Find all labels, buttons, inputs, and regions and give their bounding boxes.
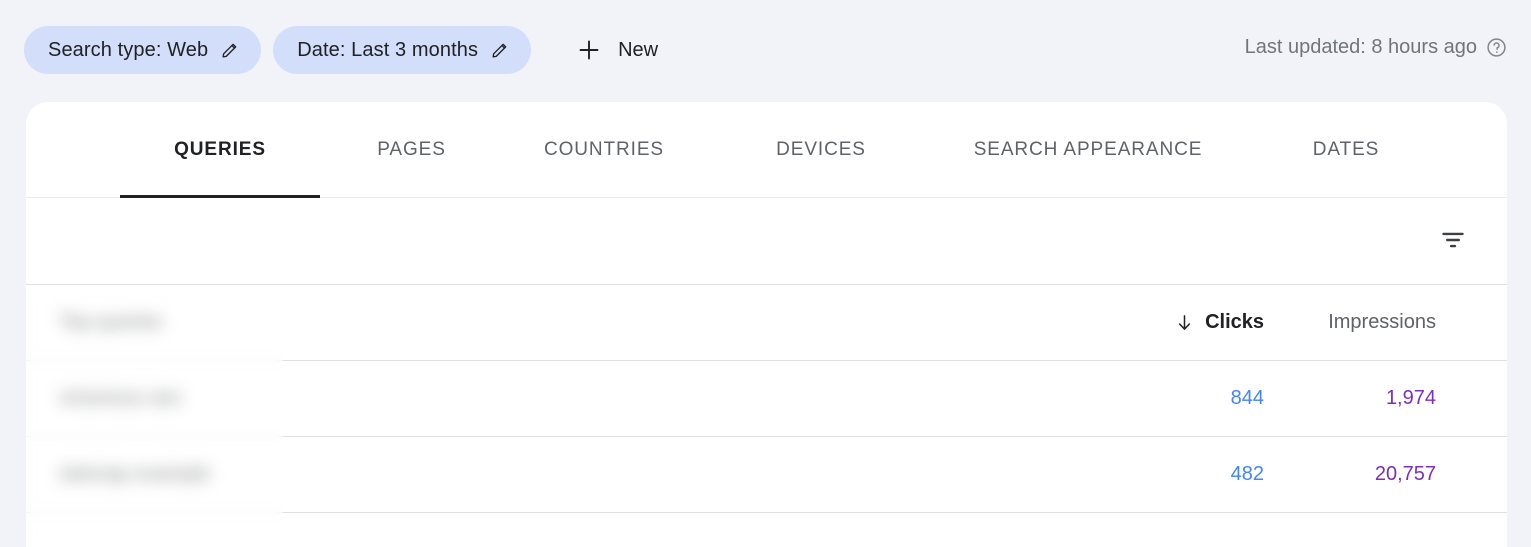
cell-clicks: 844 <box>1230 387 1264 409</box>
tab-queries-label: QUERIES <box>174 139 266 160</box>
filter-bar: Search type: Web Date: Last 3 months New… <box>0 0 1531 100</box>
cell-query: victorious seo <box>59 387 182 409</box>
pencil-icon[interactable] <box>220 41 239 60</box>
filter-chip-group: Search type: Web Date: Last 3 months New <box>24 26 672 74</box>
cell-clicks: 482 <box>1230 463 1264 485</box>
tab-devices-label: DEVICES <box>776 139 866 160</box>
cell-query: sitemap example <box>59 463 211 485</box>
tab-pages-label: PAGES <box>377 139 446 160</box>
new-filter-button-label: New <box>618 38 659 61</box>
help-circle-icon[interactable] <box>1486 37 1507 58</box>
tab-search-appearance[interactable]: SEARCH APPEARANCE <box>938 102 1238 198</box>
filter-chip-search-type[interactable]: Search type: Web <box>24 26 262 74</box>
pencil-icon[interactable] <box>490 41 509 60</box>
new-filter-button[interactable]: New <box>563 26 672 74</box>
cell-impressions: 20,757 <box>1374 463 1436 485</box>
tab-devices[interactable]: DEVICES <box>736 102 906 198</box>
column-header-clicks-label: Clicks <box>1205 311 1264 333</box>
tab-queries[interactable]: QUERIES <box>120 102 320 198</box>
performance-table: Top queries Clicks Impressions victoriou… <box>26 285 1507 513</box>
table-toolbar <box>26 198 1507 285</box>
report-card: QUERIES PAGES COUNTRIES DEVICES SEARCH A… <box>26 102 1507 547</box>
table-row[interactable]: victorious seo 844 1,974 <box>26 361 1507 437</box>
tab-countries-label: COUNTRIES <box>544 139 664 160</box>
filter-chip-date-label: Date: Last 3 months <box>297 39 479 61</box>
filter-chip-search-type-label: Search type: Web <box>48 39 209 61</box>
filter-chip-date[interactable]: Date: Last 3 months <box>273 26 532 74</box>
plus-icon <box>579 40 599 60</box>
table-filter-button[interactable] <box>1429 216 1477 264</box>
cell-impressions: 1,974 <box>1385 387 1436 409</box>
tab-dates[interactable]: DATES <box>1271 102 1421 198</box>
last-updated: Last updated: 8 hours ago <box>1245 36 1507 59</box>
table-header-row: Top queries Clicks Impressions <box>26 285 1507 361</box>
column-header-impressions[interactable]: Impressions <box>1292 311 1507 334</box>
table-row[interactable]: sitemap example 482 20,757 <box>26 437 1507 513</box>
filter-funnel-icon <box>1442 232 1464 248</box>
tab-dates-label: DATES <box>1312 139 1380 160</box>
arrow-down-icon <box>1178 315 1191 330</box>
tab-pages[interactable]: PAGES <box>339 102 484 198</box>
tab-search-appearance-label: SEARCH APPEARANCE <box>973 139 1203 160</box>
column-header-clicks[interactable]: Clicks <box>1062 311 1292 334</box>
last-updated-label: Last updated: 8 hours ago <box>1244 36 1477 58</box>
column-header-query[interactable]: Top queries <box>26 311 283 334</box>
report-tabs: QUERIES PAGES COUNTRIES DEVICES SEARCH A… <box>26 102 1507 198</box>
tab-countries[interactable]: COUNTRIES <box>504 102 704 198</box>
